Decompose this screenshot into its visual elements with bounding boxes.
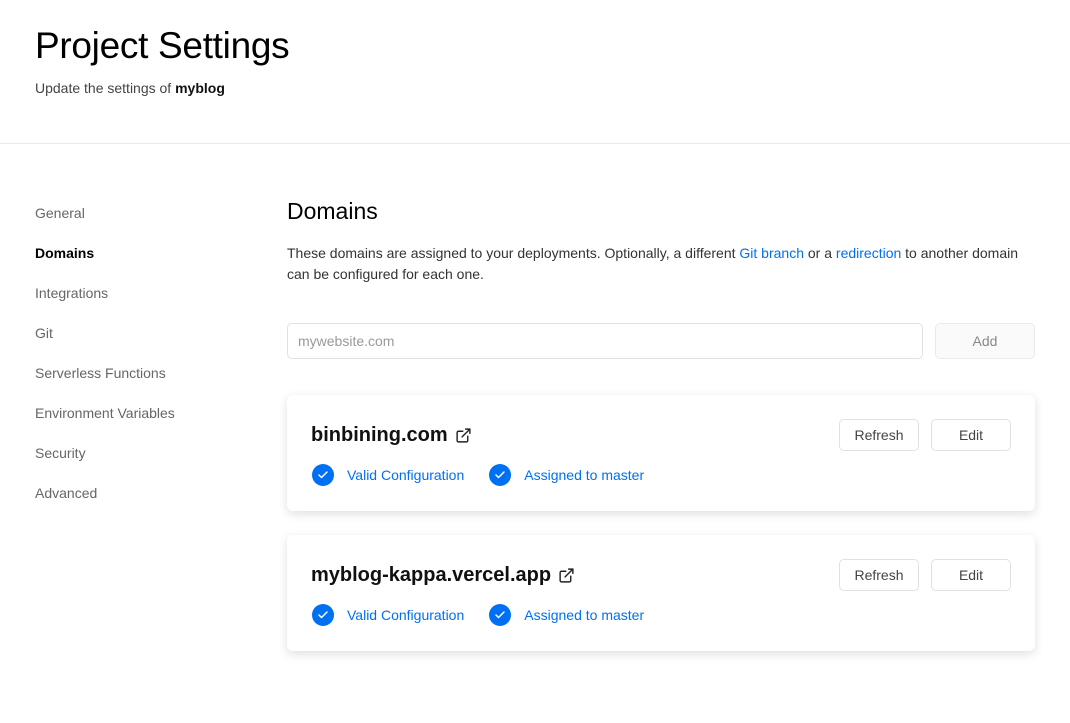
status-label: Assigned to master xyxy=(524,607,645,623)
sidebar-item-serverless-functions[interactable]: Serverless Functions xyxy=(35,363,255,403)
section-title: Domains xyxy=(287,198,378,224)
check-circle-icon xyxy=(489,604,512,626)
settings-sidebar: General Domains Integrations Git Serverl… xyxy=(35,203,255,523)
status-label: Valid Configuration xyxy=(347,607,465,623)
section-description: These domains are assigned to your deplo… xyxy=(287,243,1027,285)
domain-card: myblog-kappa.vercel.app Refresh Edit Val… xyxy=(287,535,1035,651)
domain-name[interactable]: myblog-kappa.vercel.app xyxy=(311,563,551,587)
page-header: Project Settings Update the settings of … xyxy=(0,0,1070,144)
domains-section: Domains These domains are assigned to yo… xyxy=(287,196,1035,651)
domain-name-row: binbining.com xyxy=(311,423,472,447)
desc-text-2: or a xyxy=(804,245,836,261)
status-label: Valid Configuration xyxy=(347,467,465,483)
sidebar-item-git[interactable]: Git xyxy=(35,323,255,363)
add-domain-button[interactable]: Add xyxy=(935,323,1035,359)
check-circle-icon xyxy=(489,464,512,486)
page-subtitle: Update the settings of myblog xyxy=(35,78,1070,98)
sidebar-item-advanced[interactable]: Advanced xyxy=(35,483,255,523)
refresh-button[interactable]: Refresh xyxy=(839,419,919,451)
subtitle-text: Update the settings of xyxy=(35,80,172,96)
desc-text-1: These domains are assigned to your deplo… xyxy=(287,245,740,261)
valid-configuration-status: Valid Configuration xyxy=(312,604,464,626)
sidebar-item-general[interactable]: General xyxy=(35,203,255,243)
domain-status-row: Valid Configuration Assigned to master xyxy=(312,604,669,626)
sidebar-item-security[interactable]: Security xyxy=(35,443,255,483)
domain-name[interactable]: binbining.com xyxy=(311,423,448,447)
redirection-link[interactable]: redirection xyxy=(836,245,901,261)
sidebar-item-integrations[interactable]: Integrations xyxy=(35,283,255,323)
project-name: myblog xyxy=(175,80,225,96)
page-title: Project Settings xyxy=(35,25,290,66)
domain-actions: Refresh Edit xyxy=(839,559,1011,591)
refresh-button[interactable]: Refresh xyxy=(839,559,919,591)
external-link-icon[interactable] xyxy=(558,567,575,584)
domain-status-row: Valid Configuration Assigned to master xyxy=(312,464,669,486)
domain-card: binbining.com Refresh Edit Valid Configu… xyxy=(287,395,1035,511)
add-domain-row: Add xyxy=(287,323,1035,359)
check-circle-icon xyxy=(312,604,334,626)
domain-input[interactable] xyxy=(287,323,923,359)
check-circle-icon xyxy=(312,464,334,486)
assigned-branch-status: Assigned to master xyxy=(489,604,644,626)
edit-button[interactable]: Edit xyxy=(931,419,1011,451)
domain-name-row: myblog-kappa.vercel.app xyxy=(311,563,575,587)
edit-button[interactable]: Edit xyxy=(931,559,1011,591)
sidebar-item-domains[interactable]: Domains xyxy=(35,243,255,283)
git-branch-link[interactable]: Git branch xyxy=(739,245,804,261)
sidebar-item-environment-variables[interactable]: Environment Variables xyxy=(35,403,255,443)
domain-actions: Refresh Edit xyxy=(839,419,1011,451)
external-link-icon[interactable] xyxy=(455,427,472,444)
assigned-branch-status: Assigned to master xyxy=(489,464,644,486)
status-label: Assigned to master xyxy=(524,467,645,483)
valid-configuration-status: Valid Configuration xyxy=(312,464,464,486)
